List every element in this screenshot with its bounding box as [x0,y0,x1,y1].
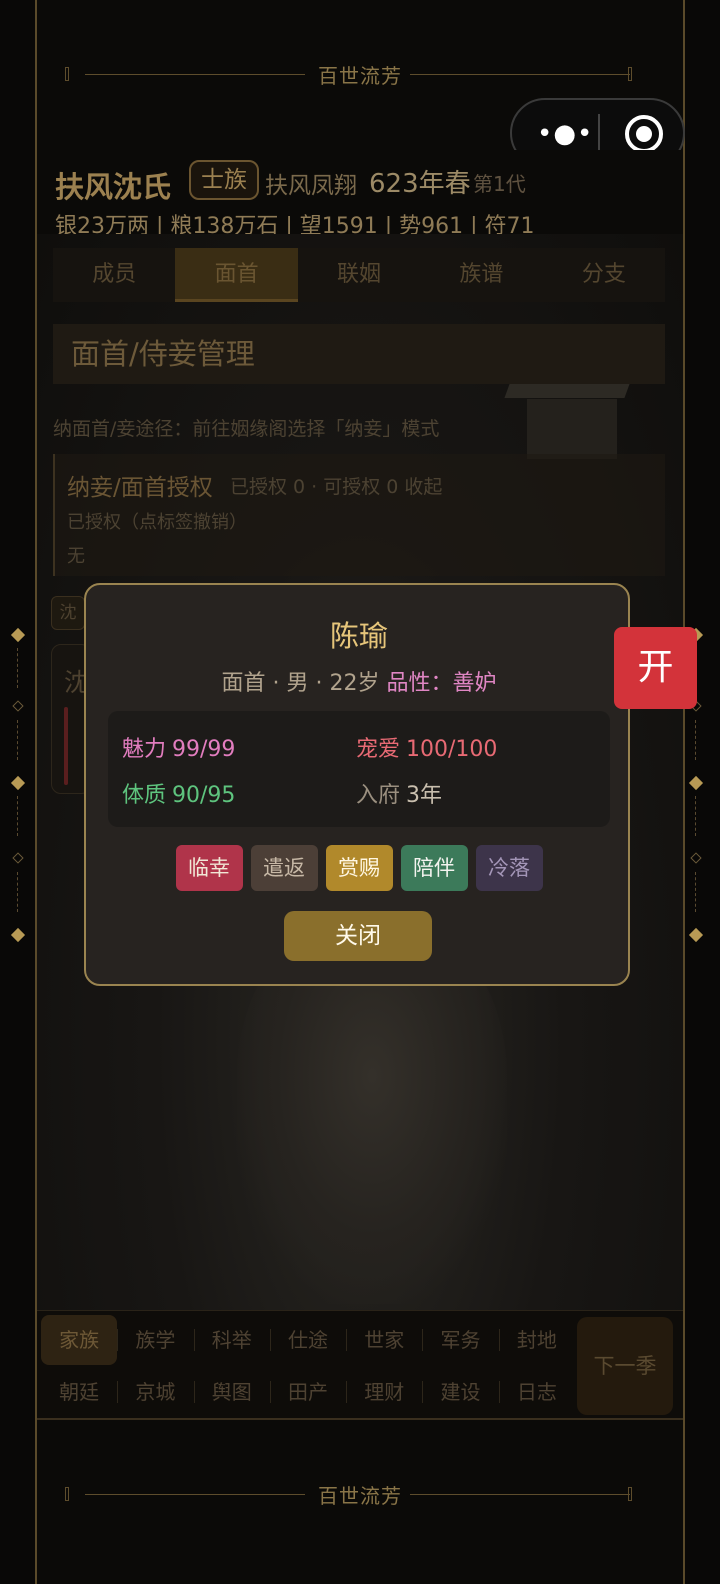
nav-court[interactable]: 朝廷 [41,1367,117,1417]
tab-bar: 成员 面首 联姻 族谱 分支 [53,248,665,302]
tab-mianshou[interactable]: 面首 [175,248,298,302]
nav-construction[interactable]: 建设 [422,1367,498,1417]
nav-row-1: 家族 族学 科举 仕途 世家 军务 封地 [41,1315,575,1365]
tab-members[interactable]: 成员 [53,248,175,302]
authorization-box: 纳妾/面首授权 已授权 0 · 可授权 0 收起 已授权（点标签撤销） 无 [53,454,665,576]
banner-line-right [410,1494,630,1495]
bottom-banner: 百世流芳 [35,1420,685,1570]
tab-genealogy[interactable]: 族谱 [420,248,542,302]
nav-school[interactable]: 族学 [117,1315,193,1365]
character-name: 陈瑜 [329,619,388,653]
tab-marriage[interactable]: 联姻 [298,248,420,302]
section-title: 面首/侍妾管理 [53,324,665,384]
close-button[interactable]: 关闭 [284,911,432,961]
auth-stats[interactable]: 已授权 0 · 可授权 0 收起 [230,472,442,499]
clan-name: 扶风沈氏 [55,170,172,204]
nav-capital[interactable]: 京城 [117,1367,193,1417]
nav-families[interactable]: 世家 [346,1315,422,1365]
banner-line-right [410,74,630,75]
clan-place: 扶风凤翔 [265,173,357,199]
left-ornament [10,627,26,950]
stat-favor-label: 宠爱 [356,737,401,762]
concubine-detail-modal: 陈瑜 面首 · 男 · 22岁 品性：善妒 魅力 99/99 宠爱 100/100 … [84,583,630,986]
target-icon[interactable] [625,115,663,153]
send-away-button[interactable]: 遣返 [250,845,318,891]
stat-years-label: 入府 [356,783,401,808]
stat-constitution: 体质 90/95 [122,777,235,809]
nav-clan[interactable]: 家族 [41,1315,118,1365]
next-season-button[interactable]: 下一季 [577,1317,673,1415]
scenery-roof [504,384,630,398]
scenery-building [527,399,617,459]
nav-estates[interactable]: 田产 [269,1367,346,1417]
member-card-accent [64,707,68,785]
stat-charm-value: 99/99 [172,737,236,762]
nav-finance[interactable]: 理财 [346,1367,422,1417]
nav-map[interactable]: 舆图 [193,1367,270,1417]
stat-charm-label: 魅力 [122,737,167,762]
stat-favor: 宠爱 100/100 [356,731,497,763]
banner-cap-right [628,67,632,81]
clan-tag-badge: 士族 [189,160,259,200]
stat-years-value: 3年 [406,783,443,808]
stat-years-in-residence: 入府 3年 [356,777,442,809]
nav-career[interactable]: 仕途 [269,1315,346,1365]
auth-empty: 无 [67,546,85,567]
accompany-button[interactable]: 陪伴 [400,845,468,891]
stat-favor-value: 100/100 [406,737,498,762]
section-hint: 纳面首/妾途径：前往姻缘阁选择「纳妾」模式 [53,418,440,440]
stat-body-label: 体质 [122,783,167,808]
more-dots-icon[interactable]: •●• [537,116,592,152]
reward-button[interactable]: 赏赐 [325,845,393,891]
character-info: 面首 · 男 · 22岁 品性：善妒 [86,665,632,697]
stat-body-value: 90/95 [172,783,236,808]
clan-header: 扶风沈氏 士族 扶风凤翔 623年春 第1代 银23万两 | 粮138万石 | … [37,150,683,239]
game-year: 623年春 [369,169,471,199]
surname-chip[interactable]: 沈 [51,596,85,630]
character-trait: 品性：善妒 [386,671,497,696]
tab-branches[interactable]: 分支 [543,248,665,302]
open-toggle-button[interactable]: 开 [614,627,697,709]
favor-visit-button[interactable]: 临幸 [175,845,243,891]
nav-row-2: 朝廷 京城 舆图 田产 理财 建设 日志 [41,1367,575,1417]
nav-exam[interactable]: 科举 [193,1315,270,1365]
character-basic-info: 面首 · 男 · 22岁 [221,671,387,696]
action-buttons: 临幸 遣返 赏赐 陪伴 冷落 [86,845,632,891]
stats-box: 魅力 99/99 宠爱 100/100 体质 90/95 入府 3年 [108,711,610,827]
neglect-button[interactable]: 冷落 [475,845,543,891]
nav-fief[interactable]: 封地 [498,1315,575,1365]
bottom-nav: 家族 族学 科举 仕途 世家 军务 封地 朝廷 京城 舆图 田产 理财 建设 日… [37,1310,683,1420]
nav-log[interactable]: 日志 [498,1367,575,1417]
auth-title: 纳妾/面首授权 [67,475,213,501]
auth-subtitle: 已授权（点标签撤销） [67,512,247,533]
stat-charm: 魅力 99/99 [122,731,235,763]
generation: 第1代 [473,172,526,196]
nav-military[interactable]: 军务 [422,1315,498,1365]
banner-cap-right [628,1487,632,1501]
